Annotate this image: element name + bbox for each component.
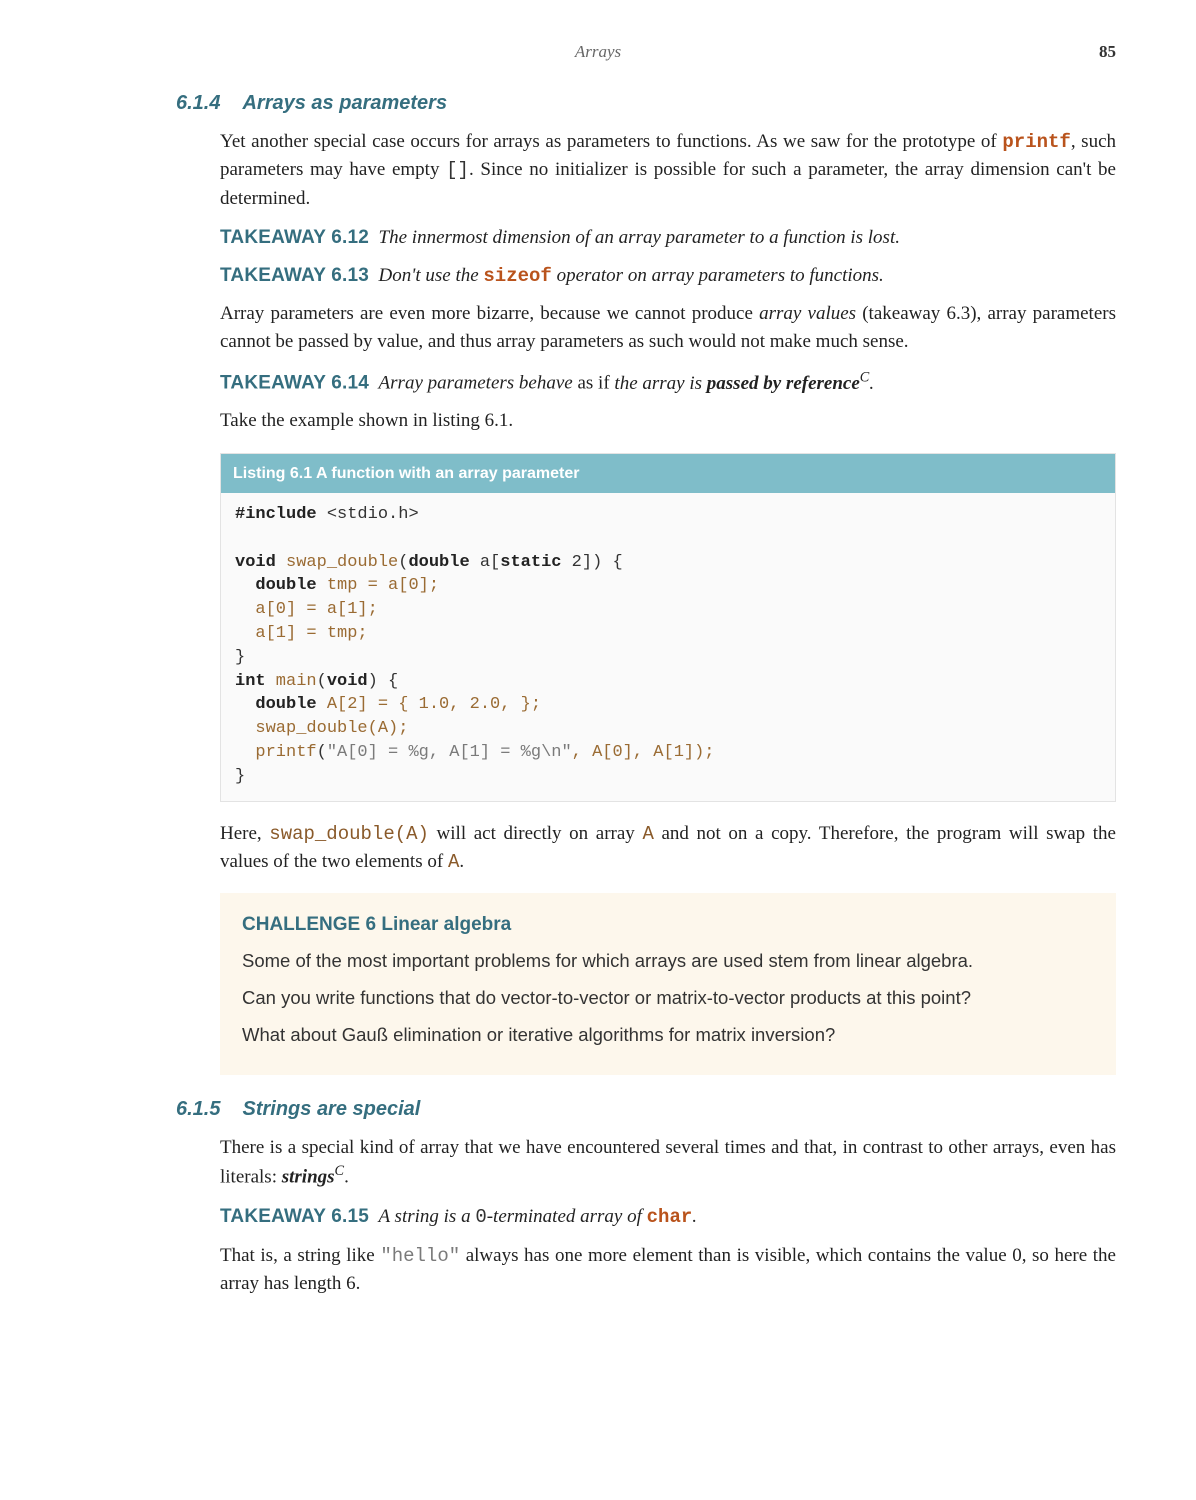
section-number: 6.1.5 xyxy=(176,1095,220,1124)
section-title: Arrays as parameters xyxy=(242,89,447,118)
superscript-c: C xyxy=(335,1163,345,1179)
page: Arrays 85 6.1.4 Arrays as parameters Yet… xyxy=(0,0,1196,1370)
code-brackets: [] xyxy=(446,159,469,181)
superscript-c: C xyxy=(860,369,870,385)
strong-strings: strings xyxy=(282,1167,335,1188)
paragraph: That is, a string like "hello" always ha… xyxy=(220,1242,1116,1298)
section-heading-614: 6.1.4 Arrays as parameters xyxy=(176,89,1116,118)
takeaway-label: TAKEAWAY 6.12 xyxy=(220,227,369,248)
body-column: There is a special kind of array that we… xyxy=(220,1134,1116,1298)
running-header: Arrays 85 xyxy=(80,40,1116,65)
value-six: 6 xyxy=(346,1273,356,1294)
challenge-paragraph: What about Gauß elimination or iterative… xyxy=(242,1022,1094,1049)
takeaway-label: TAKEAWAY 6.13 xyxy=(220,265,369,286)
takeaway-label: TAKEAWAY 6.15 xyxy=(220,1206,369,1227)
listing-body: #include <stdio.h> void swap_double(doub… xyxy=(221,493,1115,801)
challenge-paragraph: Some of the most important problems for … xyxy=(242,948,1094,975)
page-number: 85 xyxy=(1099,40,1116,65)
paragraph: Take the example shown in listing 6.1. xyxy=(220,407,1116,435)
emphasis-array-values: array values xyxy=(759,303,856,324)
section-heading-615: 6.1.5 Strings are special xyxy=(176,1095,1116,1124)
code-printf: printf xyxy=(1002,131,1070,153)
paragraph: Yet another special case occurs for arra… xyxy=(220,128,1116,213)
takeaway-label: TAKEAWAY 6.14 xyxy=(220,373,369,394)
code-char: char xyxy=(647,1206,693,1228)
takeaway-612: TAKEAWAY 6.12 The innermost dimension of… xyxy=(220,224,1116,252)
paragraph: Array parameters are even more bizarre, … xyxy=(220,300,1116,355)
challenge-box: CHALLENGE 6 Linear algebra Some of the m… xyxy=(220,893,1116,1075)
section-number: 6.1.4 xyxy=(176,89,220,118)
takeaway-613: TAKEAWAY 6.13 Don't use the sizeof opera… xyxy=(220,262,1116,291)
paragraph: There is a special kind of array that we… xyxy=(220,1134,1116,1191)
takeaway-615: TAKEAWAY 6.15 A string is a 0-terminated… xyxy=(220,1203,1116,1232)
code-listing-61: Listing 6.1 A function with an array par… xyxy=(220,453,1116,802)
challenge-title: CHALLENGE 6 Linear algebra xyxy=(242,911,1094,939)
section-title: Strings are special xyxy=(242,1095,420,1124)
code-sizeof: sizeof xyxy=(483,265,551,287)
header-title: Arrays xyxy=(575,40,621,65)
strong-passed-by-reference: passed by reference xyxy=(707,373,860,394)
paragraph: Here, swap_double(A) will act directly o… xyxy=(220,820,1116,877)
body-column: Yet another special case occurs for arra… xyxy=(220,128,1116,1075)
value-zero: 0 xyxy=(1012,1245,1022,1266)
code-A: A xyxy=(448,851,459,873)
takeaway-614: TAKEAWAY 6.14 Array parameters behave as… xyxy=(220,367,1116,397)
code-A: A xyxy=(642,823,653,845)
code-hello: "hello" xyxy=(380,1245,460,1267)
code-zero: 0 xyxy=(475,1206,486,1228)
code-swap-double: swap_double(A) xyxy=(269,823,429,845)
challenge-paragraph: Can you write functions that do vector-t… xyxy=(242,985,1094,1012)
listing-title: Listing 6.1 A function with an array par… xyxy=(221,454,1115,493)
takeaway-text: The innermost dimension of an array para… xyxy=(379,227,900,248)
